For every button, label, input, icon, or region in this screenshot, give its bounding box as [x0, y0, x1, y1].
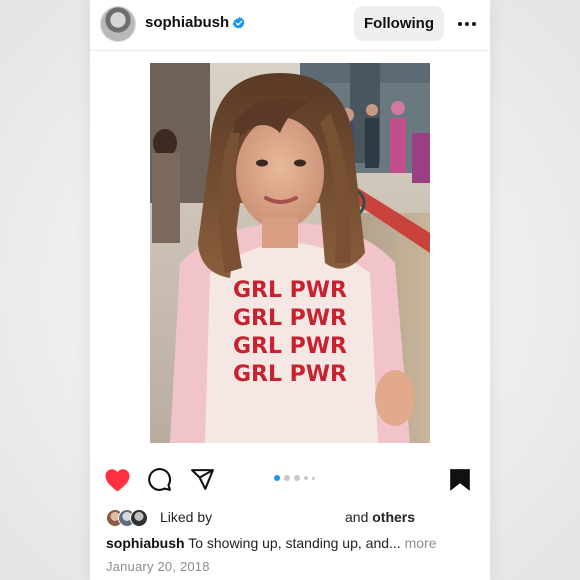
- caption-text: To showing up, standing up, and...: [188, 535, 401, 551]
- carousel-dot: [284, 475, 290, 481]
- post-header: sophiabush Following: [90, 0, 490, 51]
- caption-more-link[interactable]: more: [405, 535, 437, 551]
- comment-icon[interactable]: [147, 467, 172, 492]
- shirt-print-line: GRL PWR: [233, 278, 347, 303]
- instagram-post-card: sophiabush Following GRL PWR GRL PWR GRL…: [90, 0, 490, 580]
- following-button[interactable]: Following: [354, 6, 444, 41]
- post-photo-illustration: GRL PWR GRL PWR GRL PWR GRL PWR: [150, 63, 430, 443]
- shirt-print-line: GRL PWR: [233, 362, 347, 387]
- carousel-dot: [294, 475, 300, 481]
- liked-by-label: Liked by: [160, 509, 213, 525]
- shirt-print-line: GRL PWR: [233, 334, 347, 359]
- send-icon[interactable]: [190, 467, 215, 492]
- carousel-dot: [312, 476, 315, 480]
- and-label: and: [345, 509, 369, 525]
- carousel-dot: [274, 475, 280, 481]
- author-avatar[interactable]: [100, 6, 136, 42]
- others-label: others: [372, 509, 416, 525]
- liker-avatar[interactable]: [130, 509, 148, 527]
- author-username[interactable]: sophiabush: [145, 14, 229, 31]
- post-photo[interactable]: GRL PWR GRL PWR GRL PWR GRL PWR: [150, 63, 430, 443]
- more-horizontal-icon[interactable]: [455, 12, 479, 36]
- post-date: January 20, 2018: [106, 559, 210, 574]
- post-caption: sophiabush To showing up, standing up, a…: [106, 535, 481, 551]
- heart-filled-icon[interactable]: [104, 468, 131, 492]
- caption-username[interactable]: sophiabush: [106, 535, 185, 551]
- bookmark-filled-icon[interactable]: [449, 468, 471, 492]
- verified-badge-icon: [232, 16, 245, 29]
- likes-summary: Liked by and others: [106, 508, 476, 528]
- and-others-link[interactable]: and others: [345, 509, 415, 525]
- carousel-dot: [304, 476, 308, 480]
- shirt-print-line: GRL PWR: [233, 306, 347, 331]
- carousel-indicator: [274, 474, 315, 482]
